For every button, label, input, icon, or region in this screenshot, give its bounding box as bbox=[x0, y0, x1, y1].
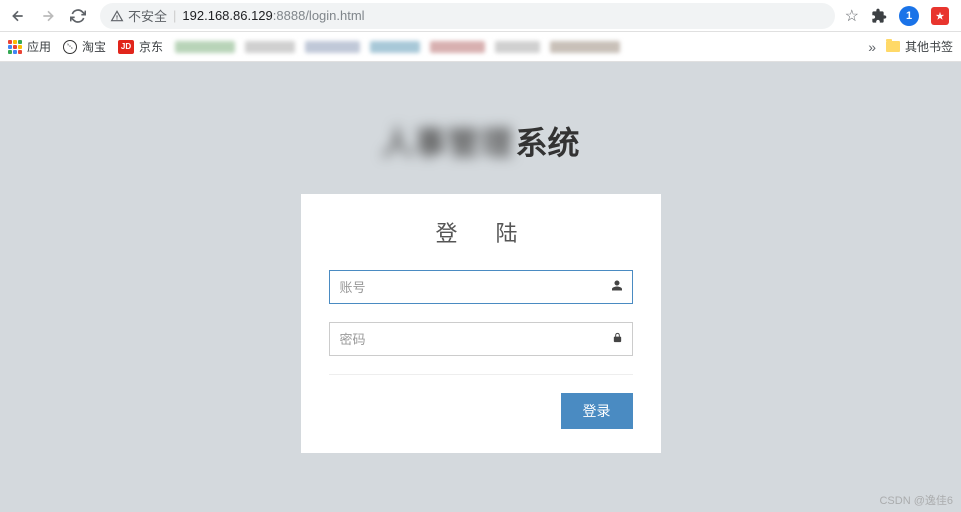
profile-badge[interactable]: 1 bbox=[899, 6, 919, 26]
blurred-bookmarks bbox=[175, 41, 856, 53]
username-group bbox=[329, 270, 633, 304]
forward-button[interactable] bbox=[36, 4, 60, 28]
bookmark-taobao[interactable]: ␕ 淘宝 bbox=[63, 38, 106, 55]
separator: | bbox=[173, 8, 176, 23]
back-button[interactable] bbox=[6, 4, 30, 28]
bookmark-apps[interactable]: 应用 bbox=[8, 38, 51, 55]
bookmark-star-icon[interactable]: ☆ bbox=[845, 6, 859, 26]
bookmark-other-folder[interactable]: 其他书签 bbox=[886, 38, 953, 55]
reload-button[interactable] bbox=[66, 4, 90, 28]
title-blurred: 人事管理 bbox=[381, 118, 513, 164]
password-input[interactable] bbox=[329, 322, 633, 356]
page-title: 人事管理系统 bbox=[381, 118, 579, 164]
toolbar-right: ☆ 1 bbox=[845, 6, 955, 26]
button-row: 登录 bbox=[329, 393, 633, 429]
bookmark-label: 其他书签 bbox=[905, 38, 953, 55]
bookmark-label: 应用 bbox=[27, 38, 51, 55]
bookmarks-bar: 应用 ␕ 淘宝 JD 京东 » 其他书签 bbox=[0, 32, 961, 62]
bookmark-label: 淘宝 bbox=[82, 38, 106, 55]
jd-icon: JD bbox=[118, 40, 134, 54]
login-button[interactable]: 登录 bbox=[561, 393, 633, 429]
taobao-icon: ␕ bbox=[63, 40, 77, 54]
lock-icon bbox=[612, 332, 623, 347]
page-content: 人事管理系统 登 陆 登录 CSDN @逸佳6 bbox=[0, 62, 961, 512]
security-label: 不安全 bbox=[128, 6, 167, 25]
divider bbox=[329, 374, 633, 375]
warning-icon bbox=[110, 9, 124, 23]
username-input[interactable] bbox=[329, 270, 633, 304]
password-group bbox=[329, 322, 633, 356]
browser-toolbar: 不安全 | 192.168.86.129:8888/login.html ☆ 1 bbox=[0, 0, 961, 32]
apps-icon bbox=[8, 40, 22, 54]
title-clear: 系统 bbox=[516, 118, 580, 164]
bookmark-jd[interactable]: JD 京东 bbox=[118, 38, 163, 55]
login-card: 登 陆 登录 bbox=[301, 194, 661, 453]
login-heading: 登 陆 bbox=[329, 216, 633, 248]
security-indicator[interactable]: 不安全 bbox=[110, 6, 167, 25]
bookmark-label: 京东 bbox=[139, 38, 163, 55]
watermark: CSDN @逸佳6 bbox=[879, 492, 953, 508]
extension-badge-icon[interactable] bbox=[931, 7, 949, 25]
folder-icon bbox=[886, 41, 900, 52]
address-bar[interactable]: 不安全 | 192.168.86.129:8888/login.html bbox=[100, 3, 835, 29]
url-text: 192.168.86.129:8888/login.html bbox=[182, 8, 364, 23]
extensions-icon[interactable] bbox=[871, 8, 887, 24]
bookmarks-right: » 其他书签 bbox=[868, 38, 953, 55]
user-icon bbox=[611, 280, 623, 295]
overflow-button[interactable]: » bbox=[868, 39, 876, 55]
